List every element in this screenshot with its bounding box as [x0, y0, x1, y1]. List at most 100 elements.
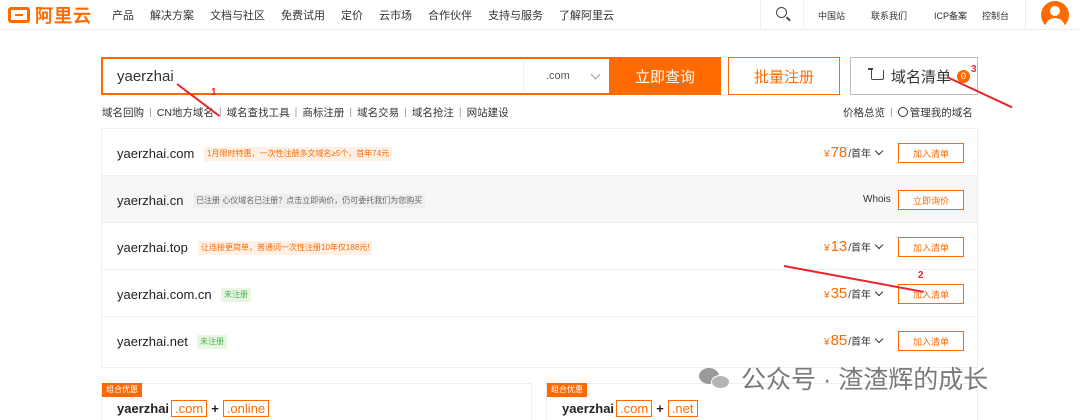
divider: | [349, 106, 353, 118]
add-to-list-button[interactable]: 加入清单 [898, 237, 964, 257]
menu-item-solutions[interactable]: 解决方案 [150, 7, 194, 23]
menu-item-pricing[interactable]: 定价 [341, 7, 363, 23]
domain-name: yaerzhai.cn [117, 193, 184, 208]
price-unit: /首年 [848, 337, 872, 348]
price-amount: 13 [830, 238, 848, 255]
logo-icon [8, 7, 30, 23]
registered-tag: 已注册 心仪域名已注册？点击立即询价，仍可委托我们为您购买 [193, 194, 426, 208]
icp-link[interactable]: ICP备案 [934, 9, 967, 22]
logo-text: 阿里云 [35, 6, 92, 26]
add-to-list-button[interactable]: 加入清单 [898, 143, 964, 163]
avatar[interactable] [1041, 1, 1069, 29]
chevron-down-icon [874, 240, 884, 250]
annotation-number-3: 3 [971, 64, 977, 75]
wechat-icon [699, 366, 731, 390]
divider: | [404, 106, 407, 118]
link-domain-trade[interactable]: 域名交易 [357, 105, 399, 120]
chevron-down-icon [874, 334, 884, 344]
search-icon[interactable] [776, 7, 787, 18]
whois-link[interactable]: Whois [863, 194, 891, 205]
bundle-name: yaerzhai [562, 401, 615, 416]
price[interactable]: ¥13/首年 [824, 238, 884, 255]
link-trademark[interactable]: 商标注册 [302, 105, 344, 120]
available-tag: 未注册 [221, 288, 251, 302]
menu-item-about[interactable]: 了解阿里云 [559, 7, 614, 23]
price-amount: 35 [830, 285, 848, 302]
menu-item-docs[interactable]: 文档与社区 [210, 7, 265, 23]
menu-item-marketplace[interactable]: 云市场 [379, 7, 412, 23]
bundle-name: yaerzhai [117, 401, 170, 416]
results-list: yaerzhai.com 1月限时特惠，一次性注册多文域名≥5个，首年74元 ¥… [101, 128, 978, 368]
chevron-down-icon [874, 146, 884, 156]
price-unit: /首年 [848, 290, 872, 301]
bundle-line: yaerzhai .com + .net [562, 400, 700, 417]
inquire-button[interactable]: 立即询价 [898, 190, 964, 210]
bundle-tld: .com [616, 400, 653, 417]
add-to-list-button[interactable]: 加入清单 [898, 331, 964, 351]
result-row: yaerzhai.net 未注册 ¥85/首年 加入清单 [102, 317, 977, 364]
promo-tag: 让连接更简单，普通词一次性注册10年仅188元! [198, 241, 373, 255]
promo-tag: 1月限时特惠，一次性注册多文域名≥5个，首年74元 [204, 147, 393, 161]
divider: | [458, 106, 462, 118]
menu-item-free-trial[interactable]: 免费试用 [281, 7, 325, 23]
watermark-text: 公众号 · 渣渣辉的成长 [741, 366, 989, 394]
contact-link[interactable]: 联系我们 [871, 9, 907, 22]
domain-name: yaerzhai.top [117, 240, 188, 255]
price[interactable]: ¥35/首年 [824, 285, 884, 302]
price-overview-link[interactable]: 价格总览 [843, 105, 885, 120]
divider [803, 0, 804, 30]
user-icon [897, 107, 908, 117]
currency-symbol: ¥ [824, 149, 830, 160]
right-links: 价格总览 | 管理我的域名 [843, 104, 973, 120]
link-backorder[interactable]: 域名抢注 [412, 105, 454, 120]
menu-item-partners[interactable]: 合作伙伴 [428, 7, 472, 23]
domain-search-box: .com 立即查询 [101, 57, 721, 95]
chevron-down-icon [874, 287, 884, 297]
link-domain-tool[interactable]: 域名查找工具 [227, 105, 290, 120]
bundle-badge: 组合优惠 [547, 383, 587, 397]
plus-sign: + [656, 401, 664, 416]
divider: | [294, 106, 298, 118]
currency-symbol: ¥ [824, 337, 830, 348]
cart-icon [868, 68, 884, 80]
link-buyback[interactable]: 域名回购 [102, 105, 144, 120]
tld-select-value: .com [546, 70, 570, 82]
domain-name: yaerzhai.com.cn [117, 287, 212, 302]
bundle-card[interactable]: 组合优惠 yaerzhai .com + .online [101, 383, 532, 420]
link-site-build[interactable]: 网站建设 [467, 105, 509, 120]
cart-label: 域名清单 [891, 68, 952, 86]
bulk-register-button[interactable]: 批量注册 [728, 57, 840, 95]
console-link[interactable]: 控制台 [982, 9, 1009, 22]
divider [1025, 0, 1026, 30]
plus-sign: + [211, 401, 219, 416]
annotation-number-1: 1 [211, 87, 217, 98]
bundle-badge: 组合优惠 [102, 383, 142, 397]
tld-select[interactable]: .com [523, 59, 609, 93]
search-button[interactable]: 立即查询 [609, 57, 721, 95]
menu-item-support[interactable]: 支持与服务 [488, 7, 543, 23]
wechat-watermark: 公众号 · 渣渣辉的成长 [699, 362, 988, 394]
main-menu: 产品 解决方案 文档与社区 免费试用 定价 云市场 合作伙伴 支持与服务 了解阿… [112, 0, 630, 30]
price[interactable]: ¥78/首年 [824, 144, 884, 161]
currency-symbol: ¥ [824, 243, 830, 254]
divider: | [218, 106, 222, 118]
divider: | [149, 106, 152, 118]
bundle-line: yaerzhai .com + .online [117, 400, 271, 417]
region-selector[interactable]: 中国站 [818, 9, 845, 22]
available-tag: 未注册 [197, 335, 227, 349]
result-row: yaerzhai.com 1月限时特惠，一次性注册多文域名≥5个，首年74元 ¥… [102, 129, 977, 176]
price-amount: 85 [830, 332, 848, 349]
bundle-tld: .online [222, 400, 270, 417]
currency-symbol: ¥ [824, 290, 830, 301]
sub-links: 域名回购 | CN地方域名 | 域名查找工具 | 商标注册 | 域名交易 | 域名抢注 | … [102, 104, 509, 120]
result-row: yaerzhai.cn 已注册 心仪域名已注册？点击立即询价，仍可委托我们为您购… [102, 176, 977, 223]
price-unit: /首年 [848, 243, 872, 254]
aliyun-logo[interactable]: 阿里云 [8, 5, 92, 26]
top-nav: 阿里云 产品 解决方案 文档与社区 免费试用 定价 云市场 合作伙伴 支持与服务… [0, 0, 1080, 30]
price[interactable]: ¥85/首年 [824, 332, 884, 349]
domain-search-input[interactable] [103, 59, 523, 93]
menu-item-products[interactable]: 产品 [112, 7, 134, 23]
domain-cart-button[interactable]: 域名清单 0 [850, 57, 978, 95]
manage-domains-link[interactable]: 管理我的域名 [910, 105, 973, 120]
price-unit: /首年 [848, 149, 872, 160]
